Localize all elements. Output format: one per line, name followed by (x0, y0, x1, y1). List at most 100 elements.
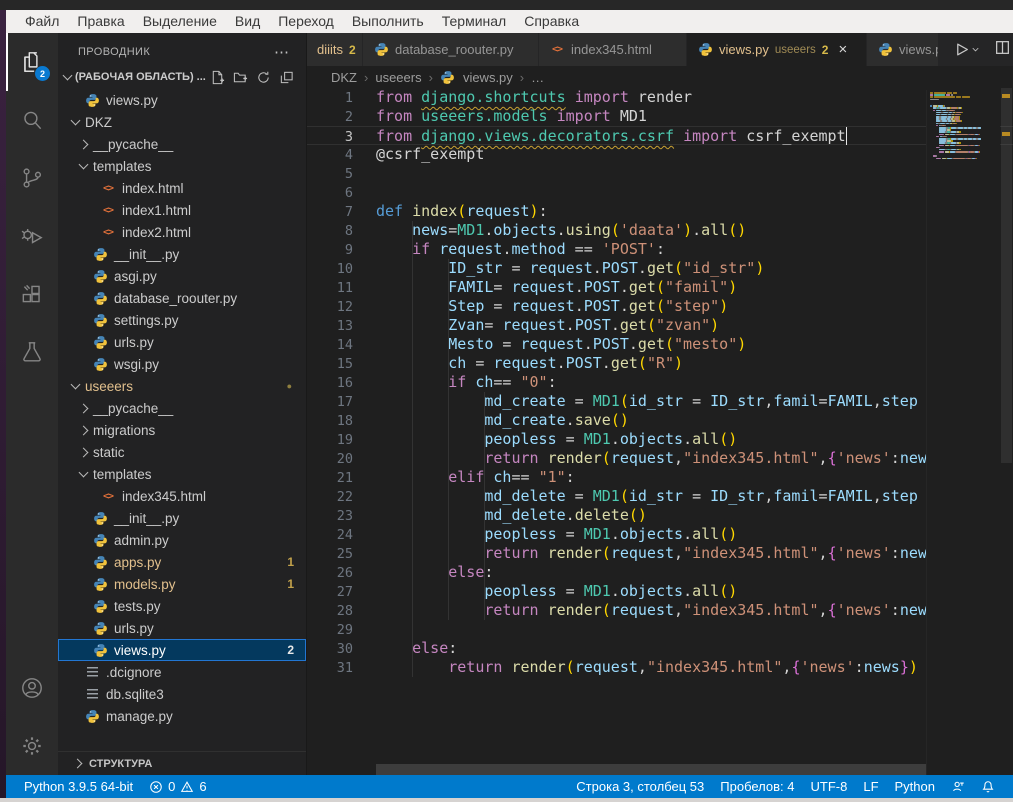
tab-label: views.py (899, 42, 939, 57)
run-python-file-icon[interactable] (953, 41, 981, 58)
line-number: 9 (307, 240, 353, 259)
extensions-icon[interactable] (6, 265, 58, 323)
tab-diiits[interactable]: diiits2● (307, 33, 363, 66)
tree-file-tests.py[interactable]: tests.py (58, 595, 306, 617)
tree-item-label: urls.py (114, 335, 154, 350)
problems-status[interactable]: 0 6 (141, 779, 214, 794)
tree-folder-__pycache__[interactable]: __pycache__ (58, 397, 306, 419)
tree-folder-static[interactable]: static (58, 441, 306, 463)
account-icon[interactable] (6, 659, 58, 717)
tree-folder-useeers[interactable]: useeers● (58, 375, 306, 397)
cursor-position-status[interactable]: Строка 3, столбец 53 (568, 779, 712, 794)
explorer-icon[interactable]: 2 (6, 33, 58, 91)
tree-file-manage.py[interactable]: manage.py (58, 705, 306, 727)
tree-folder-migrations[interactable]: migrations (58, 419, 306, 441)
python-file-icon (84, 708, 100, 724)
settings-icon[interactable] (6, 717, 58, 775)
minimap[interactable] (926, 90, 1000, 775)
menu-item-переход[interactable]: Переход (269, 10, 343, 33)
menu-item-вид[interactable]: Вид (226, 10, 269, 33)
tree-item-label: __init__.py (114, 247, 179, 262)
tree-file-.dcignore[interactable]: .dcignore (58, 661, 306, 683)
line-number: 26 (307, 563, 353, 582)
tree-file-database_roouter.py[interactable]: database_roouter.py (58, 287, 306, 309)
refresh-icon[interactable] (256, 70, 271, 85)
indentation-status[interactable]: Пробелов: 4 (712, 779, 802, 794)
tree-file-views.py[interactable]: views.py (58, 89, 306, 111)
sidebar-more-actions-icon[interactable]: ⋯ (274, 43, 290, 61)
collapse-folders-icon[interactable] (279, 70, 294, 85)
tree-file-index345.html[interactable]: <>index345.html (58, 485, 306, 507)
encoding-status[interactable]: UTF-8 (803, 779, 856, 794)
chevron-down-icon (63, 71, 73, 81)
testing-icon[interactable] (6, 323, 58, 381)
python-file-icon (92, 290, 108, 306)
breadcrumb-item[interactable]: useeers (375, 70, 421, 85)
horizontal-scrollbar-thumb[interactable] (376, 764, 926, 775)
tree-file-settings.py[interactable]: settings.py (58, 309, 306, 331)
menu-item-выполнить[interactable]: Выполнить (343, 10, 433, 33)
code-line-1: 1from django.shortcuts import render (307, 88, 1013, 107)
close-tab-icon[interactable]: × (838, 41, 847, 58)
python-file-icon (440, 69, 456, 85)
tree-file-__init__.py[interactable]: __init__.py (58, 243, 306, 265)
chevron-right-icon (73, 759, 83, 769)
workspace-section-header[interactable]: (РАБОЧАЯ ОБЛАСТЬ) ... (58, 65, 306, 89)
code-editor[interactable]: 1from django.shortcuts import render2fro… (307, 88, 1013, 775)
breadcrumb-item[interactable]: views.py (463, 70, 513, 85)
tab-database_roouter.py[interactable]: database_roouter.py (363, 33, 539, 66)
search-icon[interactable] (6, 91, 58, 149)
editor-group: diiits2●database_roouter.py<>index345.ht… (307, 33, 1013, 775)
menu-bar: ФайлПравкаВыделениеВидПереходВыполнитьТе… (6, 10, 1013, 33)
breadcrumb-item[interactable]: DKZ (331, 70, 357, 85)
tree-file-apps.py[interactable]: apps.py1 (58, 551, 306, 573)
outline-section-header[interactable]: СТРУКТУРА (58, 751, 306, 775)
tree-file-index2.html[interactable]: <>index2.html (58, 221, 306, 243)
tree-folder-__pycache__[interactable]: __pycache__ (58, 133, 306, 155)
split-editor-icon[interactable] (994, 39, 1011, 61)
python-interpreter-status[interactable]: Python 3.9.5 64-bit (16, 779, 141, 794)
eol-status[interactable]: LF (855, 779, 886, 794)
menu-item-правка[interactable]: Правка (68, 10, 133, 33)
notifications-bell-icon[interactable] (973, 780, 1003, 794)
new-folder-icon[interactable] (233, 70, 248, 85)
tree-file-asgi.py[interactable]: asgi.py (58, 265, 306, 287)
tab-views.py[interactable]: views.pyuseeers2× (687, 33, 867, 66)
tree-folder-templates[interactable]: templates (58, 463, 306, 485)
menu-item-файл[interactable]: Файл (16, 10, 68, 33)
menu-item-терминал[interactable]: Терминал (433, 10, 515, 33)
python-file-icon (92, 554, 108, 570)
code-line-2: 2from useeers.models import MD1 (307, 107, 1013, 126)
python-file-icon (92, 642, 108, 658)
tree-file-wsgi.py[interactable]: wsgi.py (58, 353, 306, 375)
tree-file-models.py[interactable]: models.py1 (58, 573, 306, 595)
tree-file-admin.py[interactable]: admin.py (58, 529, 306, 551)
tree-file-views.py[interactable]: views.py2 (58, 639, 306, 661)
breadcrumb-item[interactable]: … (531, 70, 544, 85)
breadcrumb[interactable]: DKZ›useeers›views.py›… (307, 66, 1013, 88)
tree-file-urls.py[interactable]: urls.py (58, 617, 306, 639)
feedback-icon[interactable] (943, 780, 973, 794)
language-mode-status[interactable]: Python (887, 779, 943, 794)
tab-views.py[interactable]: views.py (867, 33, 939, 66)
tree-item-label: index2.html (122, 225, 191, 240)
python-file-icon (877, 42, 893, 58)
tree-item-label: static (93, 445, 125, 460)
vertical-scrollbar-thumb[interactable] (1001, 88, 1012, 463)
tab-index345.html[interactable]: <>index345.html (539, 33, 687, 66)
source-control-icon[interactable] (6, 149, 58, 207)
tree-file-urls.py[interactable]: urls.py (58, 331, 306, 353)
tree-file-index1.html[interactable]: <>index1.html (58, 199, 306, 221)
run-debug-icon[interactable] (6, 207, 58, 265)
menu-item-справка[interactable]: Справка (515, 10, 588, 33)
vertical-scrollbar[interactable] (1000, 88, 1013, 775)
menu-item-выделение[interactable]: Выделение (134, 10, 226, 33)
tree-folder-templates[interactable]: templates (58, 155, 306, 177)
tree-folder-DKZ[interactable]: DKZ (58, 111, 306, 133)
new-file-icon[interactable] (210, 70, 225, 85)
tree-file-__init__.py[interactable]: __init__.py (58, 507, 306, 529)
tree-file-db.sqlite3[interactable]: db.sqlite3 (58, 683, 306, 705)
tree-item-label: admin.py (114, 533, 169, 548)
tree-file-index.html[interactable]: <>index.html (58, 177, 306, 199)
breadcrumb-separator-icon: › (429, 70, 433, 85)
